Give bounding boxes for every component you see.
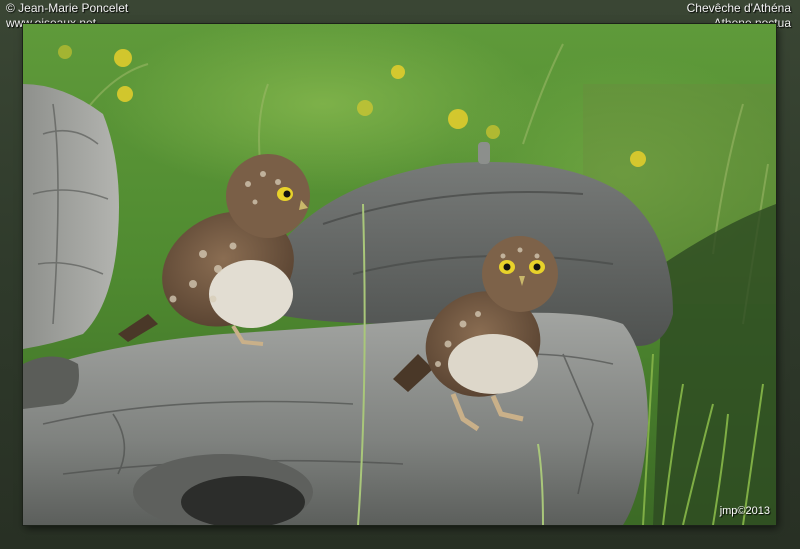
photographer-signature: jmp©2013	[719, 505, 770, 517]
copyright-text: © Jean-Marie Poncelet	[6, 1, 129, 15]
species-common-name: Chevêche d'Athéna	[686, 1, 791, 15]
owl-photograph	[23, 24, 776, 525]
